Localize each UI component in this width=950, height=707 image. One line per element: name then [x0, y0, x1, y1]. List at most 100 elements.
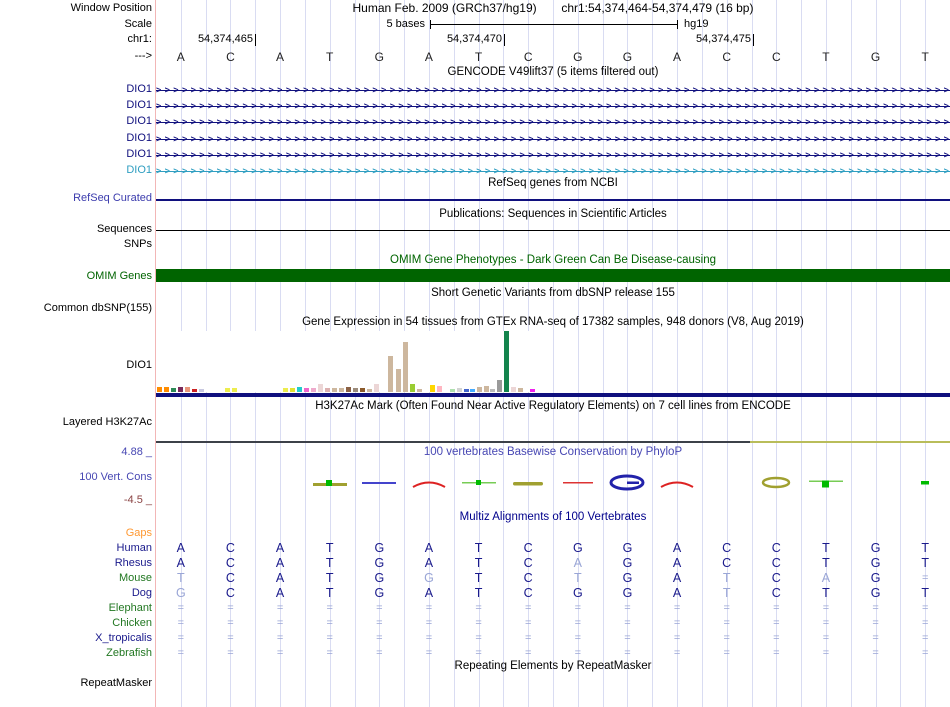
gtex-bar — [497, 380, 502, 392]
publications-item[interactable] — [156, 230, 950, 231]
gencode-gene-row[interactable]: >>>>>>>>>>>>>>>>>>>>>>>>>>>>>>>>>>>>>>>>… — [156, 131, 950, 147]
multiz-cell: = — [426, 631, 432, 645]
multiz-cell: T — [326, 556, 334, 570]
gene-direction-arrows: >>>>>>>>>>>>>>>>>>>>>>>>>>>>>>>>>>>>>>>>… — [156, 147, 950, 163]
multiz-cell: = — [227, 631, 233, 645]
gencode-gene-label[interactable]: DIO1 — [126, 164, 152, 177]
repeatmasker-label[interactable]: RepeatMasker — [80, 677, 152, 690]
multiz-cell: T — [475, 556, 483, 570]
gencode-gene-row[interactable]: >>>>>>>>>>>>>>>>>>>>>>>>>>>>>>>>>>>>>>>>… — [156, 147, 950, 163]
multiz-species-label[interactable]: X_tropicalis — [95, 632, 152, 645]
multiz-species-label[interactable]: Dog — [132, 587, 152, 600]
multiz-species-label[interactable]: Chicken — [112, 617, 152, 630]
multiz-cell: = — [525, 601, 531, 615]
dbsnp-track-header[interactable]: Short Genetic Variants from dbSNP releas… — [156, 287, 950, 300]
omim-genes-label[interactable]: OMIM Genes — [87, 270, 152, 283]
multiz-cell: = — [674, 646, 680, 660]
multiz-cell: C — [772, 571, 781, 585]
gtex-chart-area[interactable] — [156, 331, 533, 392]
multiz-cell: T — [822, 556, 830, 570]
gencode-gene-label[interactable]: DIO1 — [126, 99, 152, 112]
common-dbsnp-label[interactable]: Common dbSNP(155) — [44, 302, 152, 315]
window-position-label: Window Position — [71, 2, 152, 15]
gencode-gene-row[interactable]: >>>>>>>>>>>>>>>>>>>>>>>>>>>>>>>>>>>>>>>>… — [156, 114, 950, 130]
layered-h3k27ac-label[interactable]: Layered H3K27Ac — [63, 416, 152, 429]
cons-min-value: -4.5 _ — [124, 494, 152, 507]
multiz-cell: T — [475, 571, 483, 585]
omim-genes-bar[interactable] — [156, 269, 950, 282]
refseq-track-header[interactable]: RefSeq genes from NCBI — [156, 177, 950, 190]
cons-track-label[interactable]: 100 Vert. Cons — [79, 471, 152, 484]
multiz-species-label[interactable]: Gaps — [126, 527, 152, 540]
multiz-cell: = — [326, 601, 332, 615]
multiz-cell: A — [673, 556, 681, 570]
multiz-cell: T — [574, 571, 582, 585]
cons-glyph — [659, 476, 695, 494]
gencode-gene-label[interactable]: DIO1 — [126, 83, 152, 96]
multiz-species-label[interactable]: Mouse — [119, 572, 152, 585]
gtex-bar — [403, 342, 408, 392]
gtex-bar — [157, 387, 162, 392]
base-letter: C — [722, 50, 731, 64]
multiz-cell: A — [276, 541, 284, 555]
multiz-cell: G — [871, 571, 881, 585]
gtex-bar — [470, 389, 475, 392]
multiz-species-label[interactable]: Human — [117, 542, 152, 555]
multiz-species-label[interactable]: Rhesus — [115, 557, 152, 570]
publications-track-header[interactable]: Publications: Sequences in Scientific Ar… — [156, 208, 950, 221]
multiz-cell: = — [723, 616, 729, 630]
window-position-header: Human Feb. 2009 (GRCh37/hg19) chr1:54,37… — [156, 2, 950, 15]
multiz-cell: T — [822, 541, 830, 555]
scale-db-text: hg19 — [684, 18, 708, 30]
base-letter: C — [226, 50, 235, 64]
multiz-species-label[interactable]: Elephant — [109, 602, 152, 615]
cons-track-header[interactable]: 100 vertebrates Basewise Conservation by… — [156, 446, 950, 459]
gencode-gene-label[interactable]: DIO1 — [126, 115, 152, 128]
h3k27ac-segment — [156, 441, 750, 443]
multiz-cell: = — [178, 646, 184, 660]
genome-browser-image[interactable]: Human Feb. 2009 (GRCh37/hg19) chr1:54,37… — [0, 0, 950, 707]
h3k27ac-track-header[interactable]: H3K27Ac Mark (Often Found Near Active Re… — [156, 400, 950, 413]
refseq-curated-label[interactable]: RefSeq Curated — [73, 192, 152, 205]
multiz-cell: T — [723, 571, 731, 585]
multiz-track-header[interactable]: Multiz Alignments of 100 Vertebrates — [156, 511, 950, 524]
refseq-curated-item[interactable] — [156, 199, 950, 201]
multiz-cell: = — [178, 601, 184, 615]
ruler-tick-label: 54,374,465 — [198, 33, 253, 45]
multiz-cell: = — [326, 616, 332, 630]
omim-track-header[interactable]: OMIM Gene Phenotypes - Dark Green Can Be… — [156, 254, 950, 267]
gencode-track-header[interactable]: GENCODE V49lift37 (5 items filtered out) — [156, 66, 950, 79]
multiz-cell: G — [374, 571, 384, 585]
multiz-cell: = — [326, 631, 332, 645]
gtex-bar — [225, 388, 230, 392]
multiz-cell: = — [922, 601, 928, 615]
multiz-cell: A — [276, 571, 284, 585]
gtex-track-header[interactable]: Gene Expression in 54 tissues from GTEx … — [156, 316, 950, 329]
gencode-gene-label[interactable]: DIO1 — [126, 132, 152, 145]
multiz-cell: G — [374, 586, 384, 600]
gencode-gene-label[interactable]: DIO1 — [126, 148, 152, 161]
gtex-bar — [437, 386, 442, 392]
publications-sequences-label[interactable]: Sequences — [97, 223, 152, 236]
base-letter: A — [425, 50, 433, 64]
multiz-cell: = — [178, 616, 184, 630]
gtex-bar — [464, 389, 469, 392]
multiz-cell: C — [524, 571, 533, 585]
multiz-species-label[interactable]: Zebrafish — [106, 647, 152, 660]
gtex-gene-label[interactable]: DIO1 — [126, 359, 152, 372]
snps-label[interactable]: SNPs — [124, 238, 152, 251]
multiz-cell: = — [872, 601, 878, 615]
multiz-cell: = — [277, 631, 283, 645]
gencode-gene-row[interactable]: >>>>>>>>>>>>>>>>>>>>>>>>>>>>>>>>>>>>>>>>… — [156, 82, 950, 98]
multiz-cell: C — [226, 556, 235, 570]
multiz-cell: C — [226, 571, 235, 585]
repeatmasker-track-header[interactable]: Repeating Elements by RepeatMasker — [156, 660, 950, 673]
gtex-bar — [360, 388, 365, 392]
gtex-bar — [530, 389, 535, 392]
gtex-bar — [283, 388, 288, 392]
multiz-cell: A — [822, 571, 830, 585]
multiz-cell: G — [573, 541, 583, 555]
gencode-gene-row[interactable]: >>>>>>>>>>>>>>>>>>>>>>>>>>>>>>>>>>>>>>>>… — [156, 98, 950, 114]
gtex-bar — [339, 388, 344, 392]
ruler-tick-mark — [753, 34, 754, 46]
